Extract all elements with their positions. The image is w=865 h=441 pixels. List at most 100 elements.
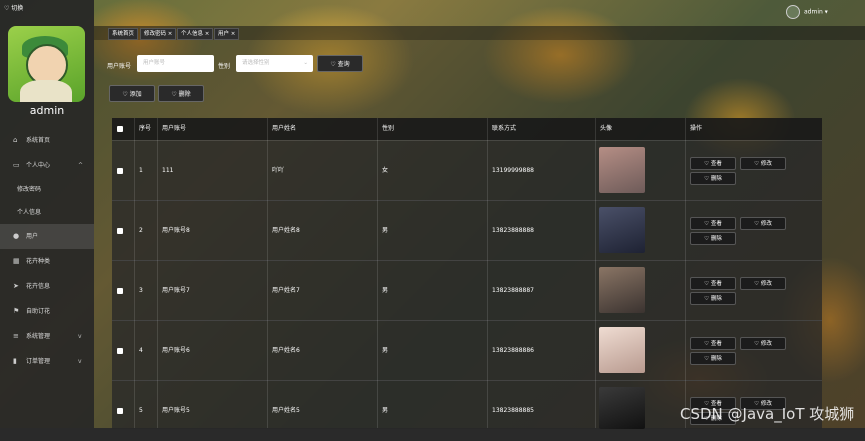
cell-account: 用户账号6 (162, 347, 190, 354)
sidebar-item-personal-center[interactable]: ▭ 个人中心 ^ (0, 153, 94, 178)
table-row: 2 用户账号8 用户姓名8 男 13823888888 ♡ 查看 ♡ 修改 ♡ … (112, 200, 822, 261)
sidebar-item-label: 个人中心 (26, 162, 51, 169)
edit-button[interactable]: ♡ 修改 (740, 157, 786, 170)
sidebar-item-label: 花卉信息 (26, 283, 51, 290)
cell-index: 4 (139, 347, 143, 354)
cell-name: 用户姓名8 (272, 227, 300, 234)
select-all-checkbox[interactable] (117, 126, 123, 132)
header-avatar: 头像 (600, 125, 613, 132)
cell-gender: 男 (382, 407, 389, 414)
grid-icon: ▦ (13, 257, 20, 265)
header-actions: 操作 (690, 125, 703, 132)
switch-button[interactable]: ♡ 切换 (4, 3, 23, 12)
search-button[interactable]: ♡ 查询 (317, 55, 363, 72)
sidebar-item-home[interactable]: ⌂ 系统首页 (0, 128, 94, 153)
edit-button[interactable]: ♡ 修改 (740, 277, 786, 290)
avatar-image (599, 207, 645, 253)
sidebar: ♡ 切换 admin ⌂ 系统首页 ▭ 个人中心 ^ 修改密码 个人信息 ● 用… (0, 0, 94, 428)
cell-account: 用户账号5 (162, 407, 190, 414)
admin-menu[interactable]: admin ▾ (786, 5, 828, 19)
tab-users[interactable]: 用户 × (214, 28, 240, 40)
tab-personal-info[interactable]: 个人信息 × (177, 28, 214, 40)
column-divider (377, 118, 378, 428)
sidebar-item-flower-info[interactable]: ➤ 花卉信息 (0, 274, 94, 299)
table-row: 4 用户账号6 用户姓名6 男 13823888886 ♡ 查看 ♡ 修改 ♡ … (112, 320, 822, 381)
row-delete-button[interactable]: ♡ 删除 (690, 292, 736, 305)
user-table: 序号 用户账号 用户姓名 性别 联系方式 头像 操作 1 111 吖吖 女 13… (112, 118, 822, 429)
cell-index: 1 (139, 167, 143, 174)
account-label: 用户账号 (107, 63, 132, 70)
table-header: 序号 用户账号 用户姓名 性别 联系方式 头像 操作 (112, 118, 822, 140)
column-divider (267, 118, 268, 428)
chevron-down-icon: v (78, 358, 82, 365)
edit-button[interactable]: ♡ 修改 (740, 337, 786, 350)
cell-gender: 女 (382, 167, 389, 174)
edit-button[interactable]: ♡ 修改 (740, 217, 786, 230)
sidebar-item-label: 花卉种类 (26, 258, 51, 265)
header-index: 序号 (139, 125, 152, 132)
view-button[interactable]: ♡ 查看 (690, 277, 736, 290)
header-account: 用户账号 (162, 125, 187, 132)
sidebar-item-label: 系统管理 (26, 333, 51, 340)
admin-avatar (786, 5, 800, 19)
column-divider (134, 118, 135, 428)
tab-change-password[interactable]: 修改密码 × (140, 28, 177, 40)
sidebar-subitem-change-password[interactable]: 修改密码 (0, 178, 94, 201)
avatar-image (599, 327, 645, 373)
gender-select-placeholder: 请选择性别 (242, 60, 270, 66)
view-button[interactable]: ♡ 查看 (690, 337, 736, 350)
sidebar-item-order-management[interactable]: ▮ 订单管理 v (0, 349, 94, 374)
avatar-body (20, 80, 72, 102)
row-delete-button[interactable]: ♡ 删除 (690, 172, 736, 185)
location-pin-icon: ● (13, 232, 20, 240)
row-checkbox[interactable] (117, 408, 123, 414)
sidebar-menu: ⌂ 系统首页 ▭ 个人中心 ^ 修改密码 个人信息 ● 用户 ▦ 花卉种类 ➤ … (0, 128, 94, 374)
cell-name: 用户姓名5 (272, 407, 300, 414)
row-checkbox[interactable] (117, 288, 123, 294)
switch-label: 切换 (11, 5, 24, 12)
sidebar-item-label: 用户 (26, 233, 39, 240)
sidebar-item-flower-types[interactable]: ▦ 花卉种类 (0, 249, 94, 274)
view-button[interactable]: ♡ 查看 (690, 157, 736, 170)
avatar-image (599, 387, 645, 429)
sidebar-item-label: 系统首页 (26, 137, 51, 144)
cell-phone: 13823888887 (492, 287, 534, 294)
column-divider (685, 118, 686, 428)
header-gender: 性别 (382, 125, 395, 132)
flag-icon: ⚑ (13, 307, 20, 315)
avatar (8, 26, 85, 102)
chevron-up-icon: ^ (78, 162, 84, 169)
cell-phone: 13823888885 (492, 407, 534, 414)
username: admin (29, 104, 65, 117)
cell-name: 用户姓名6 (272, 347, 300, 354)
sidebar-item-label: 订单管理 (26, 358, 51, 365)
admin-label: admin ▾ (804, 8, 828, 16)
add-button[interactable]: ♡ 添加 (109, 85, 155, 102)
sidebar-subitem-personal-info[interactable]: 个人信息 (0, 201, 94, 224)
sidebar-item-system-management[interactable]: ≡ 系统管理 v (0, 324, 94, 349)
cell-index: 2 (139, 227, 143, 234)
cell-gender: 男 (382, 227, 389, 234)
gender-select[interactable]: 请选择性别 ⌄ (236, 55, 313, 72)
send-icon: ➤ (13, 282, 19, 290)
row-checkbox[interactable] (117, 168, 123, 174)
person-card-icon: ▭ (13, 161, 20, 169)
cell-gender: 男 (382, 347, 389, 354)
row-checkbox[interactable] (117, 228, 123, 234)
view-button[interactable]: ♡ 查看 (690, 217, 736, 230)
chevron-down-icon: v (78, 333, 82, 340)
delete-button[interactable]: ♡ 删除 (158, 85, 204, 102)
sidebar-item-self-order[interactable]: ⚑ 自助订花 (0, 299, 94, 324)
avatar-image (599, 147, 645, 193)
row-delete-button[interactable]: ♡ 删除 (690, 232, 736, 245)
sidebar-item-label: 自助订花 (26, 308, 51, 315)
table-row: 3 用户账号7 用户姓名7 男 13823888887 ♡ 查看 ♡ 修改 ♡ … (112, 260, 822, 321)
sidebar-item-users[interactable]: ● 用户 (0, 224, 94, 249)
row-checkbox[interactable] (117, 348, 123, 354)
column-divider (157, 118, 158, 428)
account-input[interactable]: 用户账号 (137, 55, 214, 72)
home-icon: ⌂ (13, 136, 18, 144)
row-delete-button[interactable]: ♡ 删除 (690, 352, 736, 365)
tab-home[interactable]: 系统首页 (108, 28, 139, 40)
column-divider (595, 118, 596, 428)
